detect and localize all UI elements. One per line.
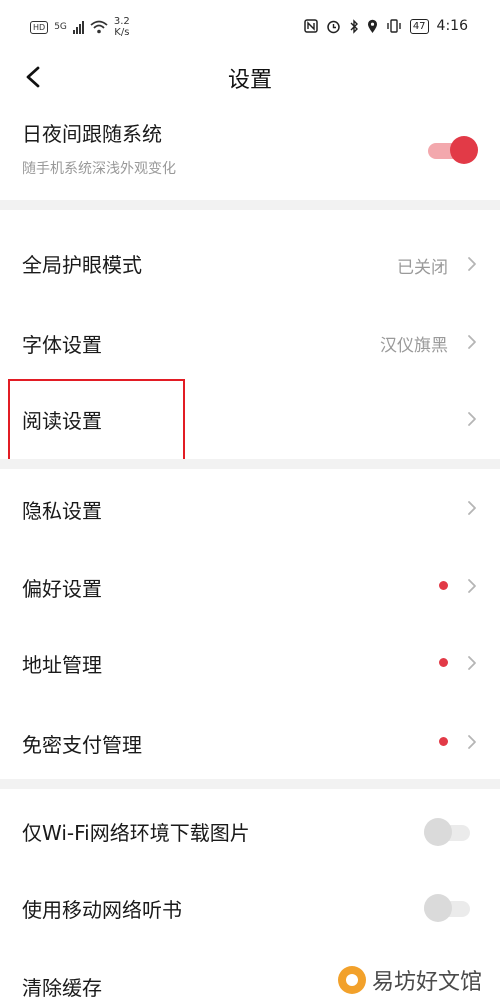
settings-item-privacy[interactable]: 隐私设置: [0, 469, 500, 547]
header: 设置: [0, 50, 500, 106]
watermark-text: 易坊好文馆: [371, 970, 482, 995]
day-night-row: 日夜间跟随系统 随手机系统深浅外观变化: [0, 108, 500, 198]
divider: [0, 200, 500, 210]
notification-dot: [439, 737, 448, 746]
day-night-description: 随手机系统深浅外观变化: [22, 161, 176, 177]
wifi-only-images-toggle[interactable]: [424, 818, 474, 846]
item-label: 使用移动网络听书: [22, 898, 182, 922]
chevron-right-icon: [466, 577, 478, 595]
nfc-icon: [304, 19, 318, 33]
location-icon: [367, 19, 377, 33]
chevron-right-icon: [466, 733, 478, 751]
item-label: 全局护眼模式: [22, 253, 142, 277]
bluetooth-icon: [350, 18, 358, 34]
item-label: 免密支付管理: [22, 733, 142, 757]
signal-icon: [72, 20, 84, 34]
divider: [0, 779, 500, 789]
settings-item-password-free-payment[interactable]: 免密支付管理: [0, 703, 500, 779]
vibrate-icon: [387, 19, 401, 33]
item-value: 已关闭: [397, 258, 448, 278]
network-speed: 3.2 K/s: [113, 16, 130, 38]
chevron-right-icon: [466, 255, 478, 273]
item-label: 偏好设置: [22, 577, 102, 601]
mobile-audiobook-toggle[interactable]: [424, 894, 474, 922]
notification-dot: [439, 658, 448, 667]
watermark-logo-icon: [337, 966, 366, 994]
alarm-icon: [327, 20, 340, 33]
item-label: 隐私设置: [22, 499, 102, 523]
settings-item-eye-care[interactable]: 全局护眼模式 已关闭: [0, 225, 500, 303]
day-night-label: 日夜间跟随系统: [22, 122, 162, 146]
page-title: 设置: [227, 68, 272, 93]
wifi-icon: [90, 20, 108, 34]
item-label: 清除缓存: [22, 976, 102, 1000]
hd-badge: HD: [30, 20, 49, 34]
settings-item-wifi-only-images: 仅Wi-Fi网络环境下载图片: [0, 789, 500, 869]
chevron-right-icon: [466, 333, 478, 351]
watermark: 易坊好文馆: [337, 964, 482, 996]
notification-dot: [439, 581, 448, 590]
item-label: 地址管理: [22, 653, 102, 677]
battery-icon: 47: [409, 18, 429, 34]
clock: 4:16: [436, 18, 468, 34]
settings-item-mobile-audiobook: 使用移动网络听书: [0, 869, 500, 947]
item-value: 汉仪旗黑: [380, 336, 448, 356]
divider: [0, 459, 500, 469]
status-bar-left: HD 5G 3.2 K/s: [30, 16, 130, 38]
status-bar-right: 47 4:16: [304, 18, 468, 34]
settings-item-font[interactable]: 字体设置 汉仪旗黑: [0, 303, 500, 381]
chevron-right-icon: [466, 499, 478, 517]
item-label: 仅Wi-Fi网络环境下载图片: [22, 821, 250, 845]
settings-item-address[interactable]: 地址管理: [0, 625, 500, 703]
item-label: 字体设置: [22, 333, 102, 357]
settings-item-preferences[interactable]: 偏好设置: [0, 547, 500, 625]
highlight-box: [8, 379, 185, 467]
network-type: 5G: [54, 22, 67, 32]
day-night-toggle[interactable]: [428, 136, 478, 164]
chevron-right-icon: [466, 410, 478, 428]
chevron-right-icon: [466, 654, 478, 672]
